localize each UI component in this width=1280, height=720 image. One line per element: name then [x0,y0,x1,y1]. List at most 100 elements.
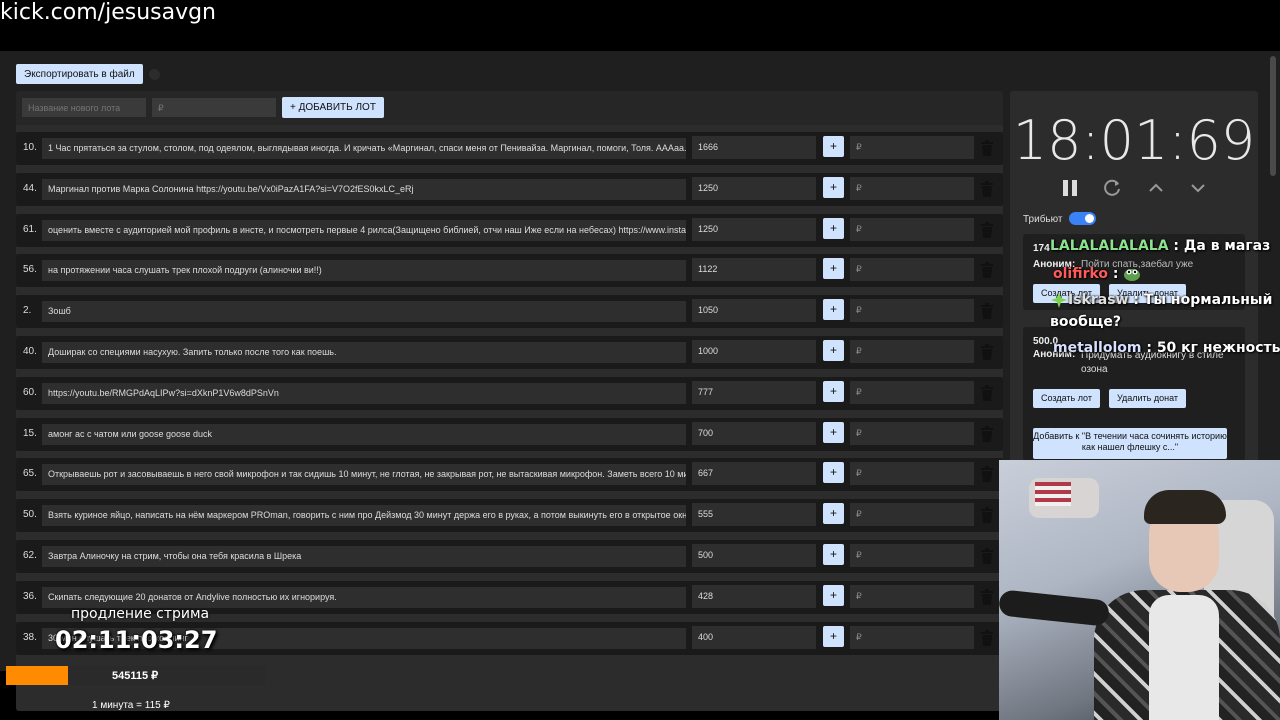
trash-icon[interactable] [980,548,994,564]
delete-donation-button[interactable]: Удалить донат [1109,389,1187,408]
trash-icon[interactable] [980,507,994,523]
create-lot-button[interactable]: Создать лот [1033,389,1100,408]
add-amount-input[interactable]: ₽ [850,177,974,200]
add-amount-input[interactable]: ₽ [850,544,974,567]
trash-icon[interactable] [980,181,994,197]
lot-amount-input[interactable]: 428 [692,585,816,608]
pepe-emote-icon [1124,269,1141,281]
lot-amount-input[interactable]: 400 [692,626,816,649]
add-amount-button[interactable]: + [823,381,844,402]
lot-row: 62. Завтра Алиночку на стрим, чтобы она т… [16,540,1003,573]
trash-icon[interactable] [980,589,994,605]
pause-icon[interactable] [1060,178,1080,198]
lot-row: 61. оценить вместе с аудиторией мой профи… [16,214,1003,247]
add-amount-button[interactable]: + [823,422,844,443]
lot-number: 44. [23,183,37,194]
lot-amount-input[interactable]: 555 [692,503,816,526]
lot-amount-input[interactable]: 1666 [692,136,816,159]
lot-row: 65. Открываешь рот и засовываешь в него с… [16,458,1003,491]
lot-amount-input[interactable]: 1122 [692,258,816,281]
lot-name-input[interactable]: Доширак со специями насухую. Запить толь… [42,342,686,363]
add-amount-button[interactable]: + [823,299,844,320]
add-amount-button[interactable]: + [823,177,844,198]
add-amount-input[interactable]: ₽ [850,258,974,281]
trash-icon[interactable] [980,466,994,482]
chat-message: Iskrasw : Ты нормальный [1050,292,1272,308]
trash-icon[interactable] [980,303,994,319]
chat-username: metallolom [1053,340,1142,356]
lot-name-input[interactable]: Взять куриное яйцо, написать на нём марк… [42,505,686,526]
lot-amount-input[interactable]: 1250 [692,218,816,241]
trash-icon[interactable] [980,344,994,360]
lot-name-input[interactable]: Открываешь рот и засовываешь в него свой… [42,464,686,485]
add-to-lot-area: Добавить к "В течении часа сочинять исто… [1020,409,1242,461]
add-amount-input[interactable]: ₽ [850,503,974,526]
add-amount-input[interactable]: ₽ [850,381,974,404]
lot-amount-input[interactable]: 1000 [692,340,816,363]
add-amount-input[interactable]: ₽ [850,422,974,445]
add-amount-button[interactable]: + [823,340,844,361]
add-amount-button[interactable]: + [823,462,844,483]
add-amount-button[interactable]: + [823,258,844,279]
add-amount-input[interactable]: ₽ [850,626,974,649]
trash-icon[interactable] [980,222,994,238]
lot-amount-input[interactable]: 1250 [692,177,816,200]
progress-fill [6,666,69,685]
add-amount-input[interactable]: ₽ [850,340,974,363]
new-lot-name-input[interactable] [22,98,146,117]
add-amount-button[interactable]: + [823,626,844,647]
add-amount-button[interactable]: + [823,218,844,239]
add-lot-button[interactable]: + ДОБАВИТЬ ЛОТ [282,97,384,118]
lot-number: 56. [23,264,37,275]
lot-name-input[interactable]: 1 Час прятаться за стулом, столом, под о… [42,138,686,159]
add-amount-button[interactable]: + [823,585,844,606]
lot-amount-input[interactable]: 500 [692,544,816,567]
lot-name-input[interactable]: Зошб [42,301,686,322]
lot-number: 62. [23,550,37,561]
lot-row: 50. Взять куриное яйцо, написать на нём м… [16,499,1003,532]
add-amount-button[interactable]: + [823,544,844,565]
lot-amount-input[interactable]: 700 [692,422,816,445]
add-amount-input[interactable]: ₽ [850,585,974,608]
chat-message: metallolom : 50 кг нежность [1053,340,1280,356]
chevron-up-icon[interactable] [1146,178,1166,198]
lot-row: 44. Маргинал против Марка Солонина https:… [16,173,1003,206]
extension-title: продление стрима [71,606,210,622]
trash-icon[interactable] [980,385,994,401]
lot-name-input[interactable]: амонг ас с чатом или goose goose duck [42,424,686,445]
trash-icon[interactable] [980,630,994,646]
chevron-down-icon[interactable] [1188,178,1208,198]
lot-name-input[interactable]: Скипать следующие 20 донатов от Andylive… [42,587,686,608]
lot-name-input[interactable]: на протяжении часа слушать трек плохой п… [42,260,686,281]
scrollbar[interactable] [1270,56,1276,176]
lot-name-input[interactable]: https://youtu.be/RMGPdAqLIPw?si=dXknP1V6… [42,383,686,404]
chat-message-continued: вообще? [1050,314,1121,330]
add-amount-input[interactable]: ₽ [850,462,974,485]
trash-icon[interactable] [980,262,994,278]
new-lot-price-input[interactable] [152,98,276,117]
lot-number: 40. [23,346,37,357]
trash-icon[interactable] [980,426,994,442]
lot-name-input[interactable]: Завтра Алиночку на стрим, чтобы она тебя… [42,546,686,567]
add-amount-button[interactable]: + [823,136,844,157]
export-button[interactable]: Экспортировать в файл [16,64,143,84]
sparkle-badge-icon [1051,292,1067,308]
add-amount-input[interactable]: ₽ [850,136,974,159]
add-amount-input[interactable]: ₽ [850,299,974,322]
lot-amount-input[interactable]: 667 [692,462,816,485]
tribute-toggle[interactable] [1069,212,1096,225]
lot-number: 36. [23,591,37,602]
add-amount-button[interactable]: + [823,503,844,524]
lot-name-input[interactable]: Маргинал против Марка Солонина https://y… [42,179,686,200]
add-to-lot-button[interactable]: Добавить к "В течении часа сочинять исто… [1033,428,1227,459]
lot-name-input[interactable]: оценить вместе с аудиторией мой профиль … [42,220,686,241]
lot-number: 65. [23,468,37,479]
lot-row: 60. https://youtu.be/RMGPdAqLIPw?si=dXknP… [16,377,1003,410]
lot-amount-input[interactable]: 777 [692,381,816,404]
trash-icon[interactable] [980,140,994,156]
add-amount-input[interactable]: ₽ [850,218,974,241]
status-dot[interactable] [149,69,160,80]
lot-number: 61. [23,224,37,235]
lot-amount-input[interactable]: 1050 [692,299,816,322]
reset-icon[interactable] [1102,178,1122,198]
